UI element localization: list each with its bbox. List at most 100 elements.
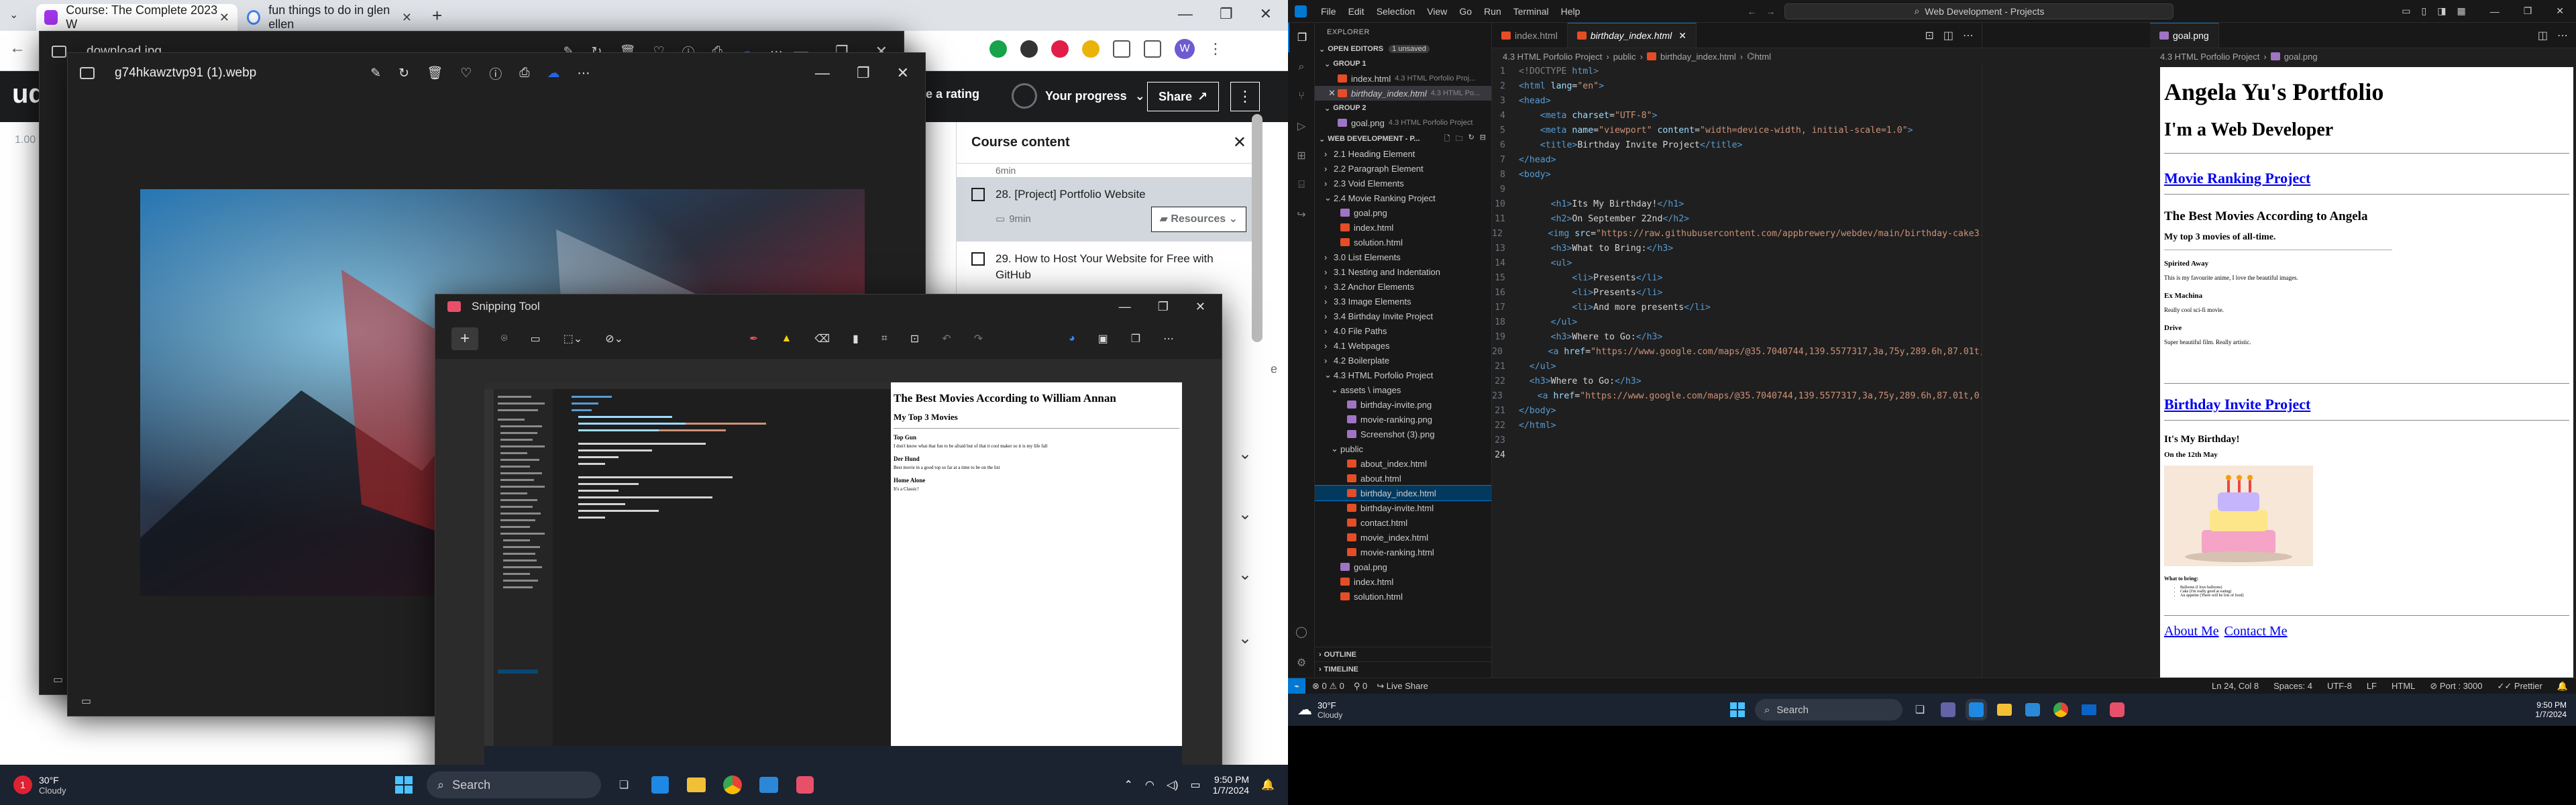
photos-icon[interactable] [2022, 699, 2043, 720]
remote-indicator-icon[interactable]: ⌁ [1288, 678, 1305, 694]
task-view-icon[interactable]: ❏ [1909, 699, 1931, 720]
close-tab-icon[interactable]: ✕ [402, 11, 412, 25]
code-line[interactable]: 17 <li> And more presents </li> [1492, 301, 1982, 315]
search-icon[interactable]: ⌕ [1288, 52, 1315, 82]
code-line[interactable]: 1 <!DOCTYPE html > [1492, 64, 1982, 79]
tree-file[interactable]: index.html [1315, 220, 1491, 235]
minimize-button[interactable]: — [2490, 6, 2500, 17]
refresh-icon[interactable]: ↻ [1468, 133, 1474, 146]
ports-indicator[interactable]: ⚲ 0 [1354, 681, 1367, 692]
volume-icon[interactable]: ◁) [1167, 778, 1179, 792]
tree-folder[interactable]: › 2.3 Void Elements [1315, 176, 1491, 191]
workspace-section[interactable]: ⌄ WEB DEVELOPMENT - P... 🗋 🗀 ↻ ⊟ [1315, 131, 1491, 146]
more-icon[interactable]: ⋯ [1963, 29, 1974, 42]
new-file-icon[interactable]: 🗋 [1444, 133, 1450, 146]
lecture-checkbox[interactable] [971, 252, 985, 266]
favorite-icon[interactable]: ♡ [460, 66, 472, 81]
onedrive-icon[interactable]: ☁ [547, 66, 559, 81]
maximize-button[interactable]: ❐ [857, 64, 870, 82]
tree-folder[interactable]: › 3.0 List Elements [1315, 250, 1491, 264]
menu-view[interactable]: View [1421, 6, 1453, 17]
extension-icon[interactable] [1020, 40, 1038, 58]
errors-indicator[interactable]: ⊗ 0 ⚠ 0 [1312, 681, 1344, 692]
ruler-icon[interactable]: ▮ [853, 332, 859, 345]
code-line[interactable]: 24 [1492, 448, 1982, 463]
code-line[interactable]: 23 <a href = "https://www.google.com/maps/… [1492, 389, 1982, 404]
delete-icon[interactable]: 🗑 [427, 65, 443, 81]
code-line[interactable]: 5 <meta name = "viewport" content = "width=d… [1492, 123, 1982, 138]
about-me-link[interactable]: About Me [2164, 624, 2219, 639]
code-line[interactable]: 13 <h3> What to Bring: </h3> [1492, 241, 1982, 256]
browser-menu-icon[interactable]: ⋮ [1208, 40, 1223, 58]
collapse-icon[interactable]: ⊟ [1480, 133, 1486, 146]
text-actions-icon[interactable]: ⊡ [910, 332, 919, 345]
tree-folder[interactable]: › 3.3 Image Elements [1315, 294, 1491, 309]
edit-icon[interactable]: ✎ [370, 66, 381, 81]
tree-file[interactable]: index.html [1315, 574, 1491, 589]
code-line[interactable]: 22 </html> [1492, 419, 1982, 433]
chrome-icon[interactable] [719, 771, 746, 798]
back-arrow-icon[interactable]: ← [9, 39, 25, 58]
snipping-tool-taskbar-icon[interactable] [2106, 699, 2128, 720]
new-tab-button[interactable]: + [432, 5, 442, 26]
undo-icon[interactable]: ↶ [942, 332, 951, 345]
layout-icon[interactable]: ▯ [2422, 5, 2427, 17]
code-editor[interactable]: 1 <!DOCTYPE html >2 <html lang = "en" >3 <head>… [1492, 64, 1982, 668]
new-folder-icon[interactable]: 🗀 [1456, 133, 1463, 146]
file-explorer-icon[interactable] [1994, 699, 2015, 720]
contact-me-link[interactable]: Contact Me [2224, 624, 2288, 639]
extensions-puzzle-icon[interactable] [1113, 40, 1130, 58]
close-tab-icon[interactable]: ✕ [219, 11, 229, 25]
extension-icon[interactable] [1051, 40, 1069, 58]
close-button[interactable]: ✕ [897, 64, 909, 82]
remote-icon[interactable]: ⌸ [1288, 170, 1315, 200]
tree-folder[interactable]: › 4.0 File Paths [1315, 323, 1491, 338]
code-line[interactable]: 16 <li> Presents </li> [1492, 286, 1982, 301]
photos-icon[interactable] [755, 771, 782, 798]
maximize-button[interactable]: ❐ [1220, 5, 1233, 23]
maximize-button[interactable]: ❐ [2524, 5, 2532, 17]
mail-icon[interactable] [2078, 699, 2100, 720]
paint-icon[interactable]: ◕ [1069, 333, 1075, 345]
new-snip-button[interactable]: + [451, 327, 478, 350]
code-line[interactable]: 23 [1492, 433, 1982, 448]
code-line[interactable]: 15 <li> Presents </li> [1492, 271, 1982, 286]
minimize-button[interactable]: — [1178, 5, 1193, 23]
tree-folder[interactable]: ⌄ 2.4 Movie Ranking Project [1315, 191, 1491, 205]
battery-icon[interactable]: ▭ [1190, 778, 1200, 792]
print-icon[interactable]: ⎙ [519, 66, 529, 80]
explorer-icon[interactable]: ❐ [1288, 23, 1315, 52]
redo-icon[interactable]: ↷ [974, 332, 983, 345]
code-line[interactable]: 14 <ul> [1492, 256, 1982, 271]
tab-search-icon[interactable]: ⌄ [9, 8, 18, 21]
tree-file[interactable]: about.html [1315, 471, 1491, 486]
clock[interactable]: 9:50 PM 1/7/2024 [1213, 774, 1250, 796]
tree-file[interactable]: movie-ranking.png [1315, 412, 1491, 427]
open-editors-section[interactable]: ⌄ OPEN EDITORS 1 unsaved [1315, 42, 1491, 56]
language-mode[interactable]: HTML [2392, 681, 2415, 692]
chevron-down-icon[interactable]: ⌄ [1238, 629, 1252, 648]
split-editor-icon[interactable]: ◫ [2538, 29, 2548, 42]
run-debug-icon[interactable]: ▷ [1288, 111, 1315, 141]
line-ending[interactable]: LF [2367, 681, 2377, 692]
weather-widget[interactable]: ☁ 30°F Cloudy [1297, 700, 1342, 720]
menu-file[interactable]: File [1315, 6, 1342, 17]
close-icon[interactable]: ✕ [1678, 30, 1686, 42]
pen-icon[interactable]: ✒ [749, 332, 758, 345]
vscode-icon[interactable] [647, 771, 674, 798]
encoding[interactable]: UTF-8 [2327, 681, 2352, 692]
tree-folder[interactable]: ⌄ assets \ images [1315, 382, 1491, 397]
code-line[interactable]: 22 <h3> Where to Go: </h3> [1492, 374, 1982, 389]
code-line[interactable]: 6 <title> Birthday Invite Project </title> [1492, 138, 1982, 153]
more-icon[interactable]: ⋯ [2557, 29, 2568, 42]
code-line[interactable]: 19 <h3> Where to Go: </h3> [1492, 330, 1982, 345]
open-editor-item[interactable]: ✕ birthday_index.html 4.3 HTML Po... [1315, 86, 1491, 101]
maximize-button[interactable]: ❐ [1158, 300, 1169, 314]
birthday-invite-link[interactable]: Birthday Invite Project [2164, 396, 2569, 413]
tree-folder[interactable]: › 2.1 Heading Element [1315, 146, 1491, 161]
minimize-button[interactable]: — [815, 64, 830, 82]
tree-folder[interactable]: › 3.2 Anchor Elements [1315, 279, 1491, 294]
snipping-tool-taskbar-icon[interactable] [792, 771, 818, 798]
live-server-port[interactable]: ⊘ Port : 3000 [2430, 681, 2482, 692]
code-line[interactable]: 18 </ul> [1492, 315, 1982, 330]
